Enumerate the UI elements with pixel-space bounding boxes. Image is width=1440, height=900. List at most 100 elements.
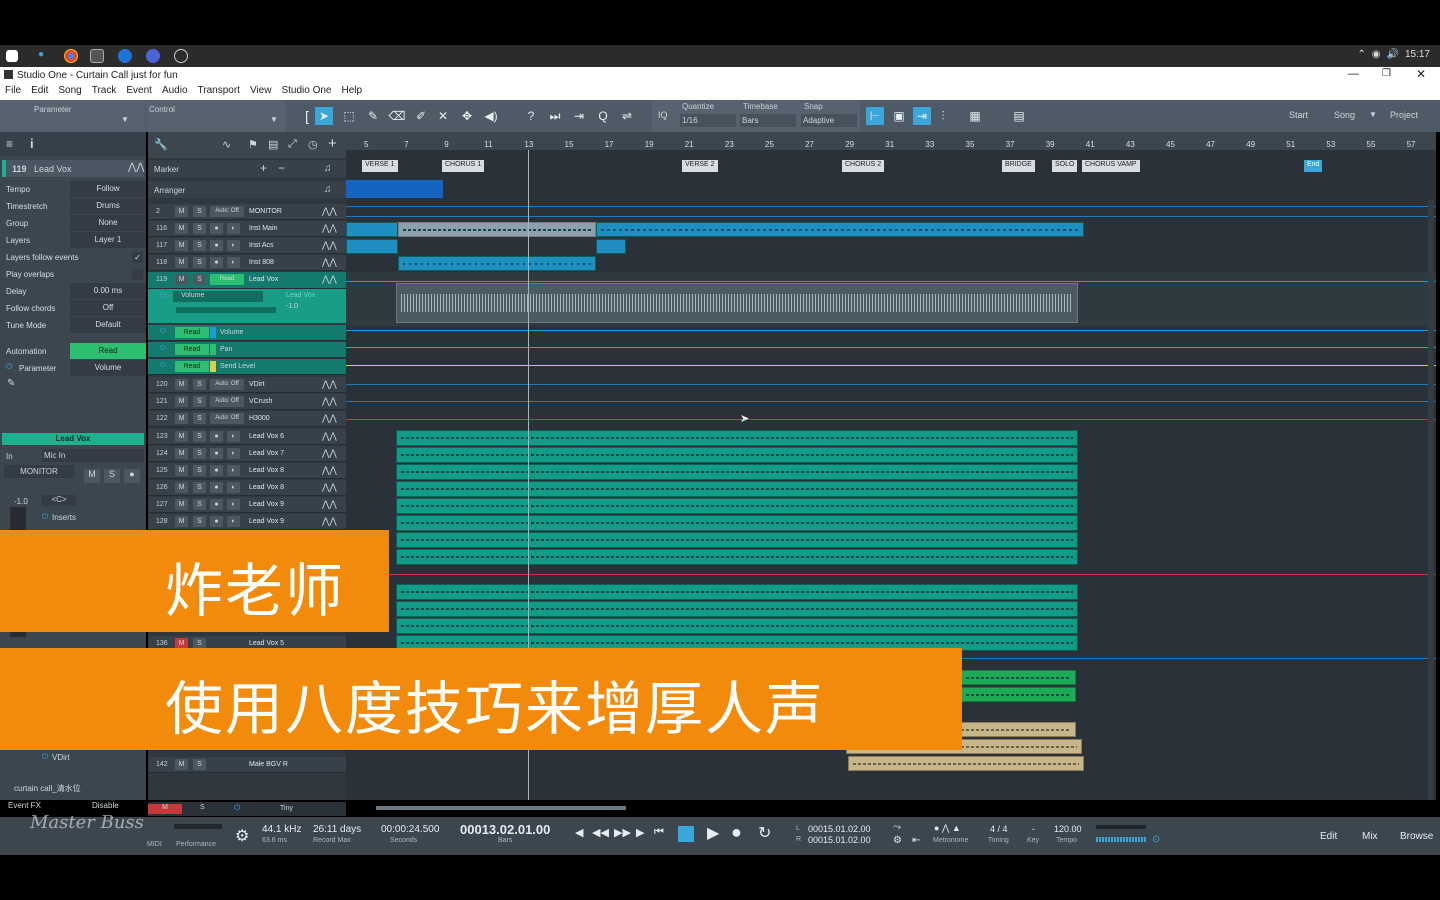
- mute-button[interactable]: M: [175, 223, 188, 234]
- menu-help[interactable]: Help: [336, 84, 367, 100]
- clip-inst-acs[interactable]: [346, 239, 398, 254]
- timing-value[interactable]: 4 / 4: [990, 824, 1008, 834]
- read-button[interactable]: Read: [175, 327, 209, 338]
- monitor-icon[interactable]: ◐: [227, 223, 240, 234]
- rewind-icon[interactable]: ◀◀: [592, 826, 609, 839]
- app3-icon[interactable]: [174, 49, 188, 63]
- edit-icon[interactable]: ✎: [7, 378, 15, 389]
- solo-button[interactable]: S: [193, 274, 206, 285]
- clip-lead-vox-double[interactable]: [396, 532, 1078, 548]
- rewind-start-icon[interactable]: ◀: [575, 826, 583, 839]
- automation-icon[interactable]: ∿: [222, 138, 231, 151]
- pan-value[interactable]: <C>: [42, 495, 76, 506]
- power-icon[interactable]: ⏻: [42, 752, 48, 762]
- record-icon[interactable]: ●: [731, 822, 742, 843]
- flag-icon[interactable]: ⚑: [248, 138, 258, 151]
- pan-automation-line[interactable]: [346, 347, 1436, 348]
- track-row[interactable]: 123 M S ● ◐ Lead Vox 6 ⋀⋀: [148, 429, 346, 445]
- automation-lane-row[interactable]: ⏻ Read Volume: [148, 325, 346, 341]
- clip-inst-main[interactable]: [596, 222, 1084, 237]
- track-row[interactable]: 124 M S ● ◐ Lead Vox 7 ⋀⋀: [148, 446, 346, 462]
- add-marker-icon[interactable]: +: [260, 161, 267, 175]
- monitor-icon[interactable]: ◐: [227, 431, 240, 442]
- mix-view-button[interactable]: Mix: [1362, 831, 1378, 842]
- automation-mode-button[interactable]: Auto: Off: [210, 206, 244, 217]
- edge-icon[interactable]: [118, 49, 132, 63]
- project-button[interactable]: Project: [1390, 110, 1418, 120]
- solo-button[interactable]: S: [193, 499, 206, 510]
- windows-start-icon[interactable]: [6, 50, 18, 62]
- restore-icon[interactable]: ❐: [1382, 68, 1391, 79]
- vertical-scrollbar[interactable]: [1428, 200, 1434, 800]
- automation-mode-button[interactable]: Auto: Off: [210, 396, 244, 407]
- return-zero-icon[interactable]: ⏮: [654, 826, 664, 839]
- forward-end-icon[interactable]: ▶: [636, 826, 644, 839]
- solo-button[interactable]: S: [193, 379, 206, 390]
- automation-lane-row[interactable]: ⏻ Read Pan: [148, 342, 346, 358]
- lead-vox-volume-slider[interactable]: [176, 307, 276, 313]
- key-value[interactable]: -: [1032, 824, 1035, 834]
- track-row[interactable]: 142 M S Male BGV R: [148, 757, 346, 773]
- clip-lead-vox-double[interactable]: [396, 498, 1078, 514]
- timebase-select[interactable]: Bars: [740, 114, 796, 127]
- fader-value[interactable]: -1.0: [14, 497, 28, 506]
- clip-inst-808[interactable]: [398, 256, 596, 271]
- solo-button[interactable]: S: [193, 516, 206, 527]
- solo-button[interactable]: S: [193, 240, 206, 251]
- mute-button[interactable]: M: [175, 431, 188, 442]
- skip-icon[interactable]: ⏭: [546, 107, 564, 125]
- power-icon[interactable]: ⏻: [160, 345, 166, 353]
- paint-tool-icon[interactable]: ✐: [412, 107, 430, 125]
- settings-icon[interactable]: ⚙: [235, 826, 249, 846]
- arranger-track-header[interactable]: Arranger ♫: [148, 181, 346, 198]
- monitor-icon[interactable]: ◐: [227, 499, 240, 510]
- group-select[interactable]: None: [70, 215, 146, 231]
- power-icon[interactable]: ⏻: [160, 328, 166, 336]
- note-icon[interactable]: ♫: [324, 163, 332, 174]
- disable-button[interactable]: Disable: [92, 801, 119, 810]
- record-icon[interactable]: ●: [210, 482, 223, 493]
- clip-green[interactable]: [961, 687, 1076, 702]
- note-icon[interactable]: ♫: [324, 184, 332, 195]
- menu-edit[interactable]: Edit: [26, 84, 53, 100]
- power-icon[interactable]: ⏻: [6, 362, 12, 372]
- global-solo-button[interactable]: S: [200, 804, 205, 811]
- solo-button[interactable]: S: [193, 465, 206, 476]
- menu-event[interactable]: Event: [121, 84, 157, 100]
- power-icon[interactable]: ⏻: [234, 803, 240, 813]
- menu-file[interactable]: File: [0, 84, 26, 100]
- power-icon[interactable]: ⏻: [160, 362, 166, 370]
- chrome-icon[interactable]: [64, 49, 78, 63]
- mute-button[interactable]: M: [175, 448, 188, 459]
- marker-track-header[interactable]: Marker + − ♫: [148, 160, 346, 177]
- monitor-select[interactable]: MONITOR: [4, 465, 74, 478]
- record-icon[interactable]: ●: [210, 240, 223, 251]
- snap-grid-icon[interactable]: ⊢: [866, 107, 884, 125]
- tempo-select[interactable]: Follow: [70, 181, 146, 197]
- autoscroll-icon[interactable]: ⇥: [570, 107, 588, 125]
- record-icon[interactable]: ●: [210, 465, 223, 476]
- mute-button[interactable]: M: [175, 396, 188, 407]
- app-icon[interactable]: ●: [38, 49, 52, 63]
- monitor-icon[interactable]: ◐: [227, 465, 240, 476]
- clip-lead-vox-double[interactable]: [396, 481, 1078, 497]
- help-icon[interactable]: ?: [522, 107, 540, 125]
- browse-view-button[interactable]: Browse: [1400, 831, 1433, 842]
- tune-mode-select[interactable]: Default: [70, 317, 146, 333]
- layout-icon[interactable]: ▦: [966, 107, 984, 125]
- clock-icon[interactable]: ◷: [308, 138, 318, 151]
- track-row[interactable]: 2 M S Auto: Off MONITOR ⋀⋀: [148, 204, 346, 220]
- play-icon[interactable]: ▶: [707, 823, 719, 843]
- mute-button[interactable]: M: [175, 274, 188, 285]
- folder-icon[interactable]: ▤: [268, 138, 278, 151]
- send-automation-line[interactable]: [346, 365, 1436, 366]
- song-button[interactable]: Song: [1334, 110, 1355, 120]
- mute-button[interactable]: M: [175, 206, 188, 217]
- layers-select[interactable]: Layer 1: [70, 232, 146, 248]
- link-icon[interactable]: ⊙: [1152, 834, 1160, 845]
- record-icon[interactable]: ●: [210, 257, 223, 268]
- marker[interactable]: CHORUS VAMP: [1082, 160, 1140, 172]
- chevron-up-icon[interactable]: ⌃: [1357, 49, 1365, 60]
- list-icon[interactable]: ≡: [6, 137, 13, 151]
- monitor-icon[interactable]: ◐: [227, 448, 240, 459]
